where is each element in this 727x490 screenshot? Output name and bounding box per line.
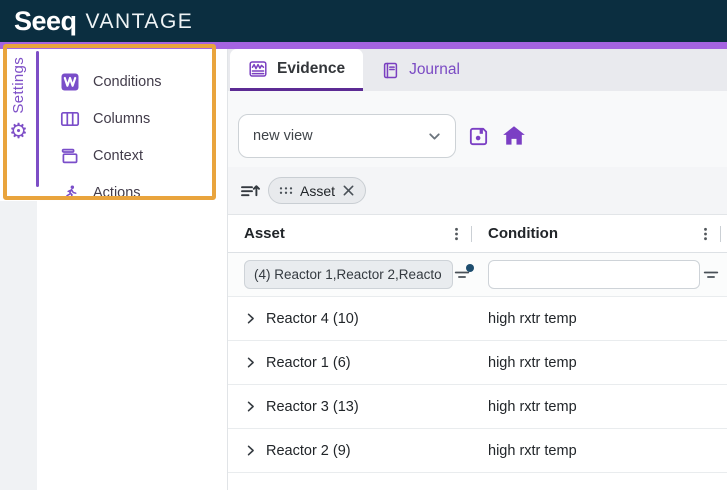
row-condition-label: high rxtr temp: [488, 399, 577, 415]
menu-item-conditions[interactable]: Conditions: [37, 63, 227, 100]
top-header: Seeq VANTAGE: [0, 0, 727, 42]
row-asset-label: Reactor 2 (9): [266, 443, 351, 459]
column-header-asset: Asset: [228, 225, 478, 242]
chevron-right-icon[interactable]: [244, 356, 257, 369]
table-empty-space: [228, 473, 727, 490]
menu-item-label: Columns: [93, 111, 150, 127]
view-selector-value: new view: [253, 128, 313, 144]
tab-evidence-label: Evidence: [277, 60, 345, 78]
settings-divider: [36, 51, 39, 187]
evidence-icon: [248, 59, 268, 79]
chevron-down-icon: [426, 128, 443, 145]
tab-evidence[interactable]: Evidence: [230, 49, 363, 91]
main-content: Evidence Journal: [228, 49, 727, 490]
asset-filter-input[interactable]: (4) Reactor 1,Reactor 2,Reacto: [244, 260, 453, 289]
settings-menu: Conditions Columns: [37, 49, 227, 490]
row-asset-label: Reactor 4 (10): [266, 311, 359, 327]
evidence-table: Asset Condition: [228, 215, 727, 490]
row-condition-label: high rxtr temp: [488, 311, 577, 327]
seeq-logo: Seeq: [14, 6, 77, 37]
asset-chip[interactable]: Asset: [268, 177, 366, 204]
home-icon: [501, 123, 527, 149]
view-toolbar: new view: [228, 91, 727, 167]
menu-item-label: Actions: [93, 185, 141, 201]
home-button[interactable]: [501, 123, 527, 149]
settings-panel: Settings ⚙ Conditions: [0, 49, 228, 490]
menu-item-actions[interactable]: Actions: [37, 174, 227, 211]
brand-accent-strip: [0, 42, 727, 49]
settings-rail-label: Settings: [10, 57, 27, 114]
settings-rail[interactable]: Settings ⚙: [0, 49, 37, 490]
table-row[interactable]: Reactor 4 (10) high rxtr temp: [228, 297, 727, 341]
kebab-menu-icon[interactable]: [449, 226, 464, 242]
tab-journal[interactable]: Journal: [363, 49, 478, 91]
group-sort-icon[interactable]: [239, 181, 261, 201]
menu-item-label: Conditions: [93, 74, 162, 90]
save-button[interactable]: [467, 125, 490, 148]
condition-filter-input[interactable]: [488, 260, 700, 289]
table-row[interactable]: Reactor 3 (13) high rxtr temp: [228, 385, 727, 429]
header-row: Asset Condition: [228, 215, 727, 253]
seeq-vantage-app: Seeq VANTAGE Settings ⚙: [0, 0, 727, 490]
menu-item-columns[interactable]: Columns: [37, 100, 227, 137]
gear-icon: ⚙: [9, 121, 28, 142]
save-icon: [467, 125, 490, 148]
row-asset-label: Reactor 3 (13): [266, 399, 359, 415]
actions-icon: [60, 183, 80, 203]
app-body: Settings ⚙ Conditions: [0, 49, 727, 490]
conditions-icon: [60, 72, 80, 92]
row-condition-label: high rxtr temp: [488, 355, 577, 371]
context-icon: [60, 146, 80, 166]
drag-handle-icon[interactable]: [279, 186, 293, 195]
condition-filter-button[interactable]: [702, 266, 720, 284]
menu-item-context[interactable]: Context: [37, 137, 227, 174]
table-row[interactable]: Reactor 2 (9) high rxtr temp: [228, 429, 727, 473]
menu-item-label: Context: [93, 148, 143, 164]
kebab-menu-icon[interactable]: [698, 226, 713, 242]
asset-filter-button[interactable]: [453, 266, 471, 284]
group-bar: Asset: [228, 167, 727, 215]
close-icon[interactable]: [342, 184, 355, 197]
row-asset-label: Reactor 1 (6): [266, 355, 351, 371]
rail-lower-background: [0, 201, 37, 490]
columns-icon: [60, 109, 80, 129]
chevron-right-icon[interactable]: [244, 444, 257, 457]
tab-journal-label: Journal: [409, 61, 460, 79]
view-selector[interactable]: new view: [238, 114, 456, 158]
vantage-wordmark: VANTAGE: [86, 8, 194, 34]
chevron-right-icon[interactable]: [244, 400, 257, 413]
filter-row: (4) Reactor 1,Reactor 2,Reacto: [228, 253, 727, 297]
chevron-right-icon[interactable]: [244, 312, 257, 325]
asset-chip-label: Asset: [300, 183, 335, 199]
tabbar: Evidence Journal: [228, 49, 727, 91]
row-condition-label: high rxtr temp: [488, 443, 577, 459]
table-row[interactable]: Reactor 1 (6) high rxtr temp: [228, 341, 727, 385]
column-header-condition: Condition: [478, 225, 727, 242]
column-separator: [471, 226, 472, 242]
column-separator: [720, 226, 721, 242]
journal-icon: [381, 61, 400, 80]
filter-active-dot: [466, 264, 474, 272]
